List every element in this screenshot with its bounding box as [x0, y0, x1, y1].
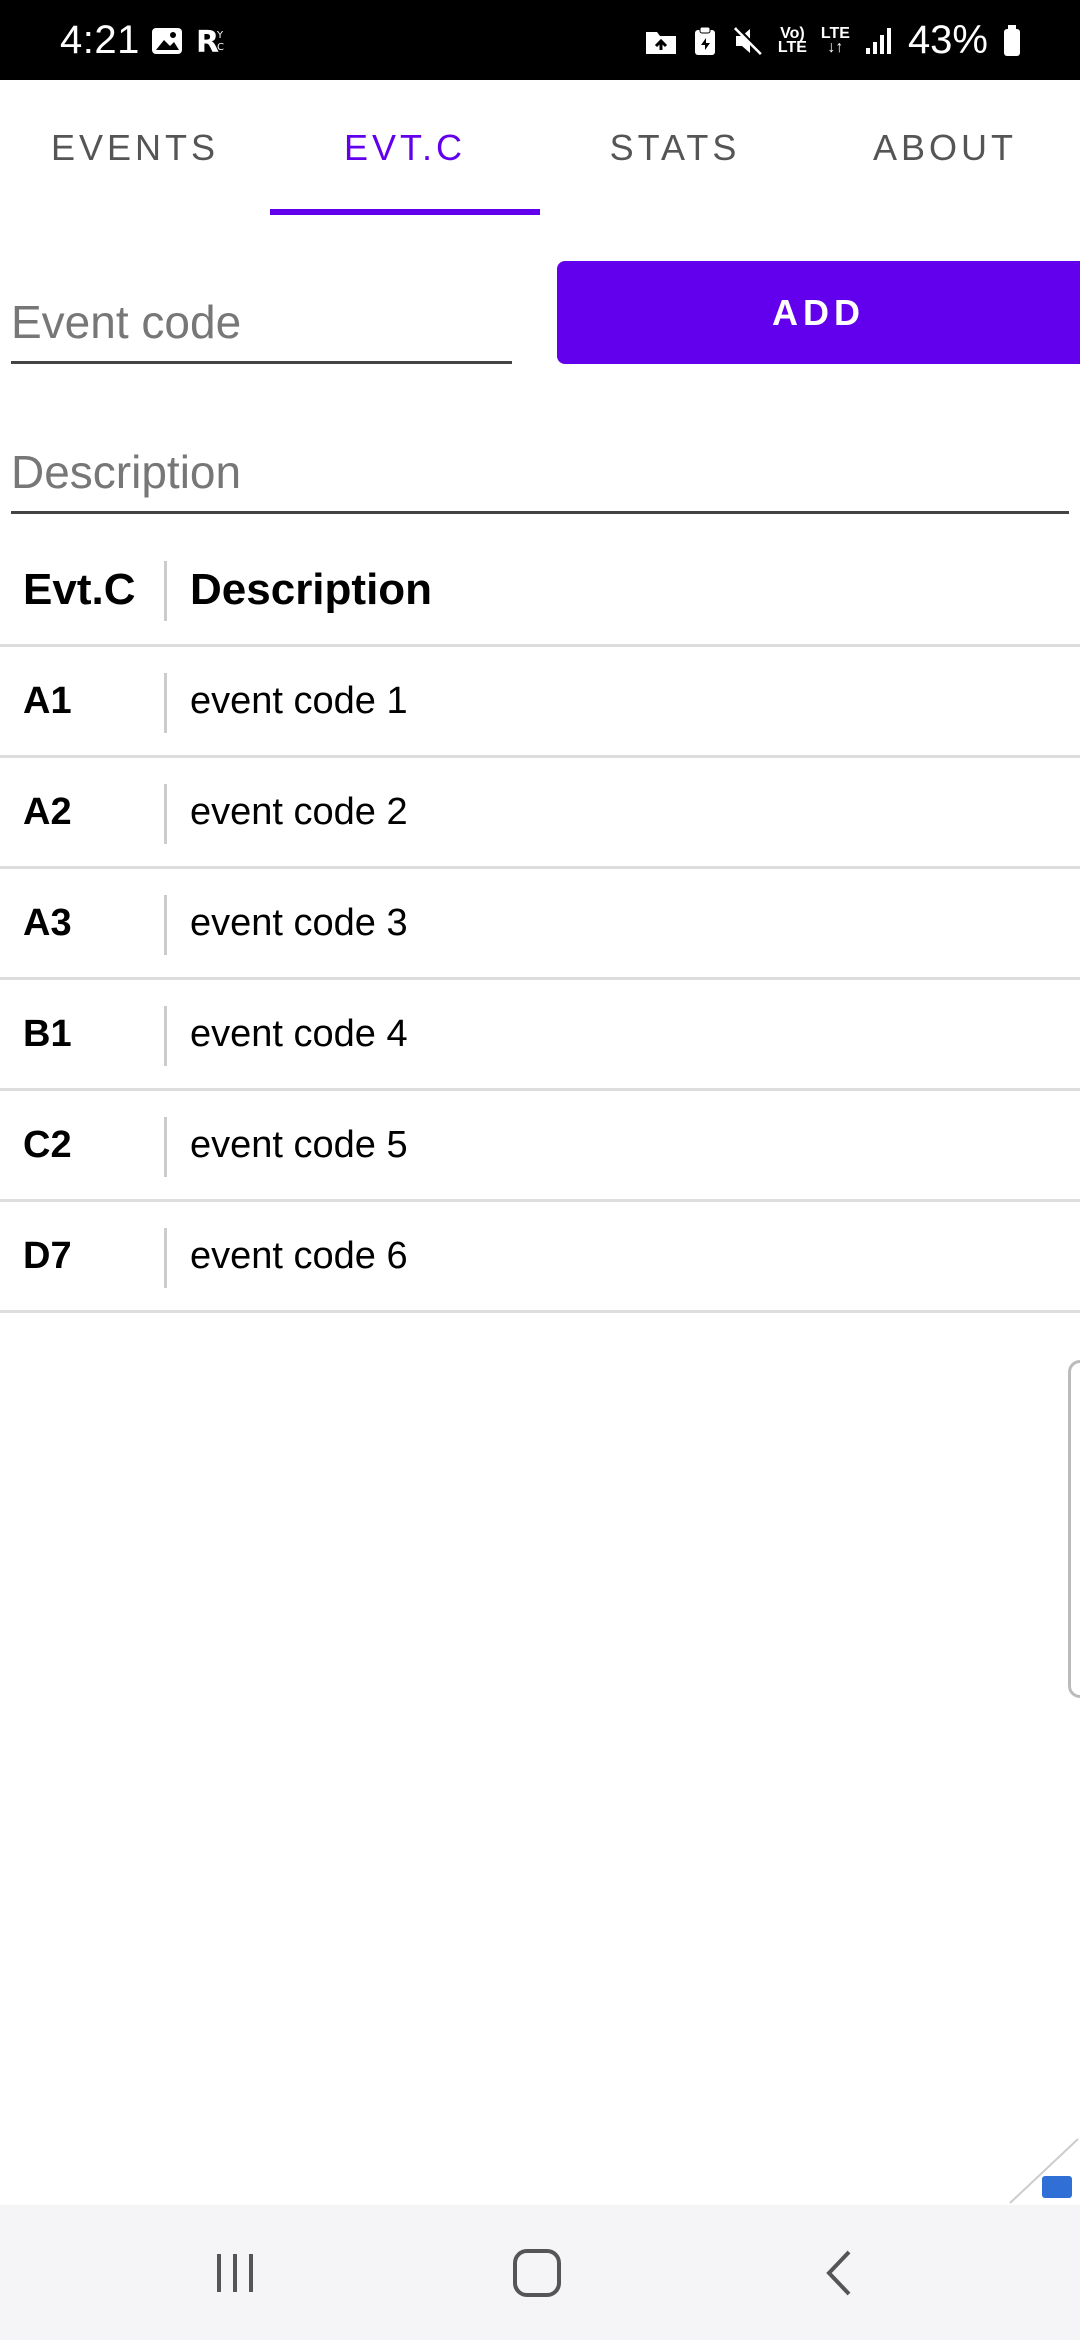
tab-about[interactable]: ABOUT — [810, 80, 1080, 215]
row-description: event code 1 — [190, 679, 408, 722]
column-divider — [164, 1228, 167, 1288]
volte-label-bottom: LTE — [777, 38, 807, 56]
svg-text:C: C — [217, 42, 224, 53]
row-code: C2 — [23, 1123, 72, 1166]
tab-events[interactable]: EVENTS — [0, 80, 270, 215]
row-code: D7 — [23, 1234, 72, 1277]
column-divider — [164, 1117, 167, 1177]
data-arrows-icon: ↓↑ — [827, 38, 844, 56]
row-description: event code 3 — [190, 901, 408, 944]
clipboard-icon — [694, 26, 715, 55]
row-code: B1 — [23, 1012, 72, 1055]
column-divider — [164, 673, 167, 733]
battery-percent: 43% — [907, 18, 988, 62]
back-button[interactable] — [740, 2205, 940, 2340]
lte-data-indicator: LTE ↓↑ — [821, 25, 850, 56]
row-code: A3 — [23, 901, 72, 944]
table-row[interactable]: B1 event code 4 — [0, 980, 1080, 1091]
row-description: event code 5 — [190, 1123, 408, 1166]
tab-evt-c[interactable]: EVT.C — [270, 80, 540, 215]
column-divider — [164, 561, 167, 621]
status-time: 4:21 — [60, 18, 140, 62]
home-button[interactable] — [437, 2205, 637, 2340]
recents-button[interactable] — [135, 2205, 335, 2340]
rupee-app-icon: R Y C — [196, 26, 224, 56]
table-row[interactable]: D7 event code 6 — [0, 1202, 1080, 1313]
upload-folder-icon — [645, 31, 676, 54]
volte-indicator: Vo) LTE — [777, 25, 807, 56]
table-row[interactable]: A3 event code 3 — [0, 869, 1080, 980]
status-bar: 4:21 R Y C Vo) LTE LTE ↓↑ 43% — [0, 0, 1080, 80]
recents-icon — [217, 2253, 253, 2292]
event-code-table: Evt.C Description A1 event code 1 A2 eve… — [0, 535, 1080, 1313]
back-icon — [826, 2250, 851, 2295]
gallery-icon — [152, 28, 182, 54]
svg-text:Y: Y — [216, 30, 224, 41]
column-divider — [164, 784, 167, 844]
folder-badge-icon[interactable] — [1042, 2176, 1072, 2198]
edge-panel-handle[interactable] — [1068, 1360, 1080, 1698]
row-code: A2 — [23, 790, 72, 833]
home-icon — [513, 2248, 561, 2297]
status-right-icons: Vo) LTE LTE ↓↑ 43% — [644, 18, 1022, 63]
table-header: Evt.C Description — [0, 535, 1080, 647]
table-row[interactable]: A2 event code 2 — [0, 758, 1080, 869]
header-evt-c: Evt.C — [23, 564, 136, 614]
description-input[interactable] — [11, 432, 1069, 514]
row-code: A1 — [23, 679, 72, 722]
row-description: event code 6 — [190, 1234, 408, 1277]
tab-bar: EVENTS EVT.C STATS ABOUT — [0, 80, 1080, 215]
mute-icon — [733, 25, 764, 55]
row-description: event code 2 — [190, 790, 408, 833]
svg-text:R: R — [196, 26, 219, 56]
column-divider — [164, 1006, 167, 1066]
battery-icon — [1004, 24, 1020, 56]
table-row[interactable]: C2 event code 5 — [0, 1091, 1080, 1202]
table-row[interactable]: A1 event code 1 — [0, 647, 1080, 758]
column-divider — [164, 895, 167, 955]
row-description: event code 4 — [190, 1012, 408, 1055]
add-button[interactable]: ADD — [557, 261, 1080, 364]
event-code-input[interactable] — [11, 282, 512, 364]
tab-stats[interactable]: STATS — [540, 80, 810, 215]
navigation-bar — [0, 2205, 1080, 2340]
status-left-icons: R Y C — [150, 26, 230, 56]
signal-icon — [865, 27, 891, 54]
header-description: Description — [190, 564, 433, 614]
